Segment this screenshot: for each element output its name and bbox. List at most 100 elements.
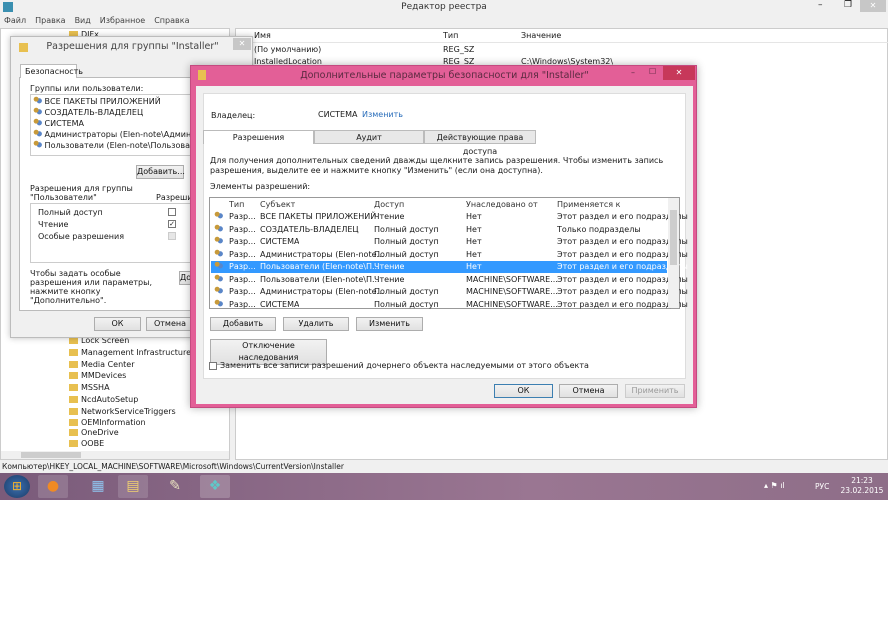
users-icon bbox=[214, 248, 223, 257]
ok-button[interactable]: ОК bbox=[94, 317, 141, 331]
group-item[interactable]: СИСТЕМА bbox=[33, 118, 84, 128]
table-row[interactable]: Разр... Администраторы (Elen-note... Полны… bbox=[211, 286, 688, 298]
users-icon bbox=[33, 140, 42, 148]
column-applies[interactable]: Применяется к bbox=[557, 199, 620, 211]
folder-icon bbox=[69, 408, 78, 415]
paint-taskbar-icon[interactable]: ✎ bbox=[160, 475, 190, 498]
users-icon bbox=[214, 236, 223, 244]
group-item[interactable]: Администраторы (Elen-note\Администраторы… bbox=[33, 129, 195, 139]
group-item[interactable]: ВСЕ ПАКЕТЫ ПРИЛОЖЕНИЙ bbox=[33, 96, 161, 106]
control-panel-taskbar-icon[interactable]: ▦ bbox=[83, 475, 113, 498]
tree-item[interactable]: Management Infrastructure bbox=[81, 348, 191, 357]
column-type[interactable]: Тип bbox=[229, 199, 244, 211]
horizontal-scrollbar[interactable] bbox=[1, 451, 229, 459]
perm-read-allow-checkbox[interactable]: ✓ bbox=[168, 220, 176, 228]
cell-subject: ВСЕ ПАКЕТЫ ПРИЛОЖЕНИЙ bbox=[260, 212, 377, 221]
cell-access: Полный доступ bbox=[374, 287, 439, 296]
folder-icon bbox=[69, 396, 78, 403]
ok-button[interactable]: ОК bbox=[494, 384, 553, 398]
tray-icons[interactable]: ▴ ⚑ ıl bbox=[764, 481, 785, 490]
groups-list[interactable]: ВСЕ ПАКЕТЫ ПРИЛОЖЕНИЙ СОЗДАТЕЛЬ-ВЛАДЕЛЕЦ… bbox=[30, 94, 196, 156]
tab-permissions[interactable]: Разрешения bbox=[203, 130, 314, 144]
close-button[interactable]: ✕ bbox=[233, 38, 251, 50]
users-icon bbox=[33, 129, 42, 137]
tree-item[interactable]: OEMInformation bbox=[81, 418, 146, 427]
tree-item[interactable]: MSSHA bbox=[81, 383, 110, 392]
status-bar-path: Компьютер\HKEY_LOCAL_MACHINE\SOFTWARE\Mi… bbox=[2, 462, 344, 471]
cell-subject: СИСТЕМА bbox=[260, 237, 300, 246]
cell-access: Полный доступ bbox=[374, 249, 439, 259]
tree-item[interactable]: OneDrive bbox=[81, 428, 119, 437]
language-indicator[interactable]: РУС bbox=[815, 482, 829, 491]
start-button[interactable]: ⊞ bbox=[4, 475, 30, 498]
column-value[interactable]: Значение bbox=[521, 29, 561, 43]
group-icon bbox=[33, 96, 42, 104]
menu-view[interactable]: Вид bbox=[75, 14, 91, 28]
minimize-button[interactable]: – bbox=[818, 0, 823, 10]
users-icon bbox=[214, 261, 223, 269]
firefox-taskbar-icon[interactable]: ● bbox=[38, 475, 68, 498]
cell-access: Полный доступ bbox=[374, 299, 439, 309]
permission-entries-table[interactable]: Тип Субъект Доступ Унаследовано от Приме… bbox=[209, 197, 688, 311]
menu-file[interactable]: Файл bbox=[4, 14, 26, 28]
edit-button[interactable]: Изменить bbox=[356, 317, 423, 331]
group-item[interactable]: Пользователи (Elen-note\Пользователи) bbox=[33, 140, 195, 150]
table-row[interactable]: Разр... ВСЕ ПАКЕТЫ ПРИЛОЖЕНИЙ Чтение Нет Это… bbox=[211, 211, 688, 223]
menu-edit[interactable]: Правка bbox=[35, 14, 65, 28]
column-inherited[interactable]: Унаследовано от bbox=[466, 199, 538, 211]
maximize-button[interactable]: ☐ bbox=[649, 67, 656, 76]
vertical-scrollbar[interactable] bbox=[668, 198, 679, 308]
table-row[interactable]: Разр... СИСТЕМА Полный доступ Нет Этот разде… bbox=[211, 236, 688, 248]
table-row[interactable]: Разр... СОЗДАТЕЛЬ-ВЛАДЕЛЕЦ Полный доступ Не… bbox=[211, 223, 667, 236]
menu-favorites[interactable]: Избранное bbox=[100, 14, 145, 28]
users-icon bbox=[214, 298, 223, 307]
dialog-title: Разрешения для группы "Installer" bbox=[46, 41, 219, 52]
table-row[interactable]: Разр... Администраторы (Elen-note... Полны… bbox=[211, 248, 688, 261]
close-button[interactable]: ✕ bbox=[860, 0, 886, 12]
cell-applies: Только подразделы bbox=[557, 224, 641, 234]
apply-button: Применить bbox=[625, 384, 685, 398]
cell-access: Полный доступ bbox=[374, 237, 439, 246]
cell-subject: Администраторы (Elen-note... bbox=[260, 249, 385, 259]
remove-button[interactable]: Удалить bbox=[283, 317, 349, 331]
change-owner-link[interactable]: Изменить bbox=[362, 110, 403, 119]
menu-help[interactable]: Справка bbox=[154, 14, 189, 28]
add-button[interactable]: Добавить bbox=[210, 317, 276, 331]
explorer-taskbar-icon[interactable]: ▤ bbox=[118, 475, 148, 498]
users-icon bbox=[214, 223, 223, 232]
cancel-button[interactable]: Отмена bbox=[559, 384, 618, 398]
tab-security[interactable]: Безопасность bbox=[20, 64, 83, 78]
perm-full-allow-checkbox[interactable] bbox=[168, 208, 176, 216]
users-icon bbox=[214, 211, 223, 219]
replace-child-permissions-checkbox[interactable] bbox=[209, 362, 217, 370]
entries-label: Элементы разрешений: bbox=[210, 182, 311, 191]
table-row[interactable]: Разр... Пользователи (Elen-note\П... Чтени… bbox=[211, 261, 688, 273]
table-row[interactable]: Разр... СИСТЕМА Полный доступ MACHINE\SOFTW… bbox=[211, 298, 688, 311]
tree-item[interactable]: MMDevices bbox=[81, 371, 126, 380]
folder-icon bbox=[69, 419, 78, 426]
tab-effective-access[interactable]: Действующие права доступа bbox=[424, 130, 536, 156]
group-item[interactable]: СОЗДАТЕЛЬ-ВЛАДЕЛЕЦ bbox=[33, 107, 143, 117]
column-subject[interactable]: Субъект bbox=[260, 199, 295, 211]
maximize-button[interactable]: ❐ bbox=[844, 0, 852, 10]
tab-audit[interactable]: Аудит bbox=[314, 130, 424, 144]
table-row[interactable]: Разр... Пользователи (Elen-note\П... Чтени… bbox=[211, 273, 688, 286]
tree-item[interactable]: OOBE bbox=[81, 439, 104, 448]
close-button[interactable]: ✕ bbox=[663, 66, 695, 80]
column-access[interactable]: Доступ bbox=[374, 199, 404, 211]
minimize-button[interactable]: – bbox=[631, 68, 635, 77]
regedit-taskbar-icon[interactable]: ❖ bbox=[200, 475, 230, 498]
add-button[interactable]: Добавить... bbox=[136, 165, 185, 179]
column-name[interactable]: Имя bbox=[254, 29, 271, 43]
clock[interactable]: 21:23 23.02.2015 bbox=[838, 476, 886, 496]
tree-item[interactable]: NetworkServiceTriggers bbox=[81, 407, 176, 416]
cancel-button[interactable]: Отмена bbox=[146, 317, 194, 331]
perm-special-allow-checkbox bbox=[168, 232, 176, 240]
tree-item[interactable]: NcdAutoSetup bbox=[81, 395, 138, 404]
column-type[interactable]: Тип bbox=[443, 29, 458, 43]
folder-icon bbox=[69, 384, 78, 391]
folder-icon bbox=[69, 349, 78, 356]
window-title: Редактор реестра bbox=[401, 2, 487, 12]
tree-item[interactable]: Media Center bbox=[81, 360, 135, 369]
taskbar: ⊞ ● ▦ ▤ ✎ ❖ ▴ ⚑ ıl РУС 21:23 23.02.2015 bbox=[0, 473, 888, 500]
